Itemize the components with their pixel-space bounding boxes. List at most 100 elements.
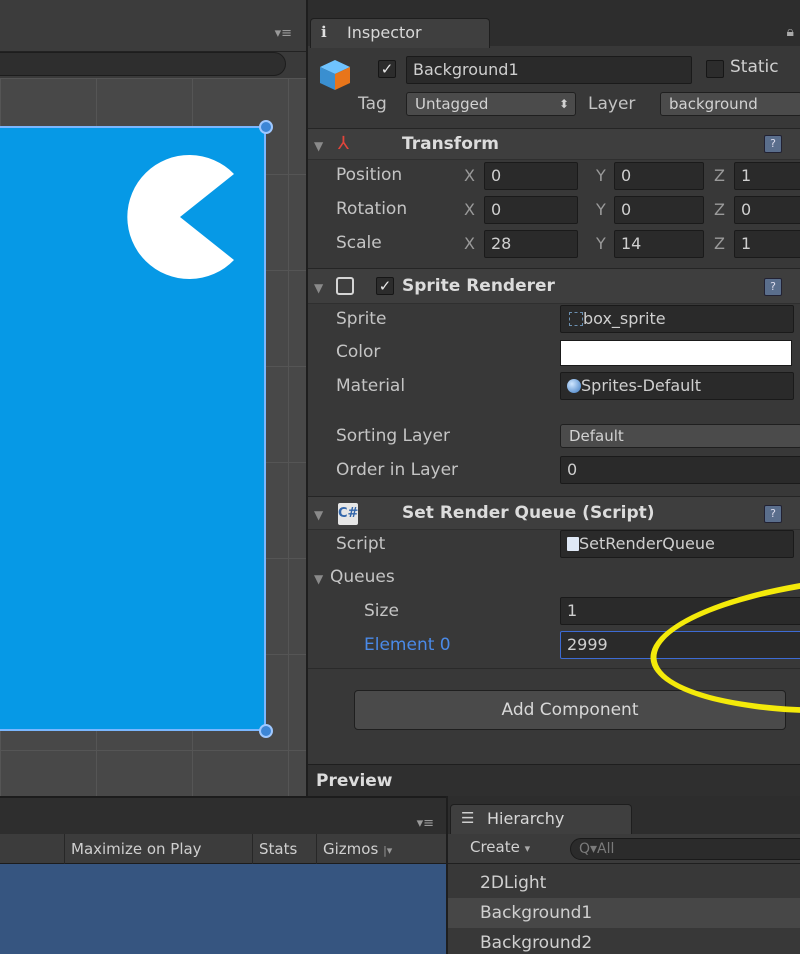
script-value: SetRenderQueue xyxy=(579,534,715,553)
sprite-renderer-header[interactable]: ▼ ✓ Sprite Renderer ? xyxy=(308,268,800,304)
scene-tab-bar: ▾≡ xyxy=(0,0,306,52)
stats-button[interactable]: Stats xyxy=(252,834,303,864)
sorting-layer-dropdown[interactable]: Default xyxy=(560,424,800,448)
axis-x-label: X xyxy=(464,234,475,253)
rect-handle-top-right[interactable] xyxy=(259,120,273,134)
axis-z-label: Z xyxy=(714,166,725,185)
rotation-y-field[interactable]: 0 xyxy=(614,196,704,224)
foldout-arrow-icon[interactable]: ▼ xyxy=(314,281,323,295)
help-icon[interactable]: ? xyxy=(764,505,782,523)
sprite-renderer-icon xyxy=(336,277,354,295)
help-icon[interactable]: ? xyxy=(764,135,782,153)
gameobject-name-field[interactable]: Background1 xyxy=(406,56,692,84)
script-component-header[interactable]: ▼ C# Set Render Queue (Script) ? xyxy=(308,496,800,530)
tag-label: Tag xyxy=(358,94,387,114)
material-label: Material xyxy=(336,376,406,396)
panel-menu-icon[interactable]: ▾≡ xyxy=(417,816,434,831)
axis-y-label: Y xyxy=(596,234,606,253)
color-label: Color xyxy=(336,342,381,362)
order-in-layer-field[interactable]: 0 xyxy=(560,456,800,484)
hierarchy-item-2dlight[interactable]: 2DLight xyxy=(448,868,800,898)
hierarchy-search-input[interactable]: Q▾All xyxy=(570,838,800,860)
script-label: Script xyxy=(336,534,386,554)
help-icon[interactable]: ? xyxy=(764,278,782,296)
lock-icon[interactable]: 🔒︎ xyxy=(787,24,794,40)
preview-bar[interactable]: Preview xyxy=(308,764,800,796)
rotation-x-field[interactable]: 0 xyxy=(484,196,578,224)
chevron-down-icon: |▾ xyxy=(383,844,393,857)
add-component-button[interactable]: Add Component xyxy=(354,690,786,730)
order-in-layer-label: Order in Layer xyxy=(336,460,459,480)
dropdown-arrow-icon: ⬍ xyxy=(558,97,569,111)
panel-menu-icon[interactable]: ▾≡ xyxy=(275,26,292,41)
list-icon: ☰ xyxy=(461,809,475,827)
inspector-panel: ℹ Inspector 🔒︎ ✓ Background1 Static Tag … xyxy=(306,0,800,796)
tab-inspector-label: Inspector xyxy=(347,23,422,42)
game-toolbar: Maximize on Play Stats Gizmos |▾ xyxy=(0,834,446,864)
scale-y-field[interactable]: 14 xyxy=(614,230,704,258)
foldout-arrow-icon[interactable]: ▼ xyxy=(314,508,323,522)
sorting-layer-label: Sorting Layer xyxy=(336,426,450,446)
static-label: Static xyxy=(730,57,779,77)
hierarchy-toolbar: Create ▾ Q▾All xyxy=(448,834,800,864)
sprite-value: box_sprite xyxy=(583,309,666,328)
element-0-label: Element 0 xyxy=(364,635,451,655)
hierarchy-item-background1[interactable]: Background1 xyxy=(448,898,800,928)
rect-handle-bottom-right[interactable] xyxy=(259,724,273,738)
position-z-field[interactable]: 1 xyxy=(734,162,800,190)
hierarchy-item-background2[interactable]: Background2 xyxy=(448,928,800,954)
sprite-field[interactable]: box_sprite xyxy=(560,305,794,333)
queues-size-field[interactable]: 1 xyxy=(560,597,800,625)
tab-inspector[interactable]: ℹ Inspector xyxy=(310,18,490,48)
gizmos-button[interactable]: Gizmos |▾ xyxy=(316,834,398,864)
scene-search-input[interactable] xyxy=(0,52,286,76)
gizmos-label: Gizmos xyxy=(323,840,379,858)
tab-hierarchy[interactable]: ☰ Hierarchy xyxy=(450,804,632,836)
maximize-on-play-button[interactable]: Maximize on Play xyxy=(64,834,208,864)
game-view-canvas[interactable] xyxy=(0,864,446,954)
axis-z-label: Z xyxy=(714,234,725,253)
info-icon: ℹ xyxy=(321,23,327,41)
script-component-title: Set Render Queue (Script) xyxy=(402,503,655,523)
scale-label: Scale xyxy=(336,233,382,253)
rotation-z-field[interactable]: 0 xyxy=(734,196,800,224)
chevron-down-icon: ▾ xyxy=(524,842,531,855)
gameobject-active-checkbox[interactable]: ✓ xyxy=(378,60,396,78)
sprite-label: Sprite xyxy=(336,309,387,329)
transform-header[interactable]: ▼ ⅄ Transform ? xyxy=(308,128,800,160)
axis-y-label: Y xyxy=(596,200,606,219)
sprite-renderer-enabled-checkbox[interactable]: ✓ xyxy=(376,277,394,295)
csharp-script-icon: C# xyxy=(338,503,358,525)
material-field[interactable]: Sprites-Default xyxy=(560,372,794,400)
tag-value: Untagged xyxy=(415,95,489,113)
queues-label: Queues xyxy=(330,567,395,587)
layer-label: Layer xyxy=(588,94,636,114)
script-asset-icon xyxy=(567,537,579,551)
scene-view[interactable]: ▾≡ xyxy=(0,0,306,796)
tab-hierarchy-label: Hierarchy xyxy=(487,809,565,828)
foldout-arrow-icon[interactable]: ▼ xyxy=(314,572,323,586)
gameobject-cube-icon xyxy=(320,60,350,90)
static-checkbox[interactable] xyxy=(706,60,724,78)
position-y-field[interactable]: 0 xyxy=(614,162,704,190)
sorting-layer-value: Default xyxy=(569,427,624,445)
create-label: Create xyxy=(470,838,520,856)
hierarchy-tab-bar: ☰ Hierarchy xyxy=(448,796,800,836)
foldout-arrow-icon[interactable]: ▼ xyxy=(314,139,323,153)
color-swatch[interactable] xyxy=(560,340,792,366)
axis-y-label: Y xyxy=(596,166,606,185)
position-x-field[interactable]: 0 xyxy=(484,162,578,190)
position-label: Position xyxy=(336,165,403,185)
layer-value: background xyxy=(669,95,758,113)
tag-dropdown[interactable]: Untagged ⬍ xyxy=(406,92,576,116)
create-button[interactable]: Create ▾ xyxy=(470,838,530,856)
scale-z-field[interactable]: 1 xyxy=(734,230,800,258)
element-0-field[interactable]: 2999 xyxy=(560,631,800,659)
transform-axes-icon: ⅄ xyxy=(338,133,349,154)
layer-dropdown[interactable]: background xyxy=(660,92,800,116)
material-value: Sprites-Default xyxy=(581,376,702,395)
sprite-asset-icon xyxy=(569,312,583,326)
script-field[interactable]: SetRenderQueue xyxy=(560,530,794,558)
scale-x-field[interactable]: 28 xyxy=(484,230,578,258)
axis-x-label: X xyxy=(464,200,475,219)
